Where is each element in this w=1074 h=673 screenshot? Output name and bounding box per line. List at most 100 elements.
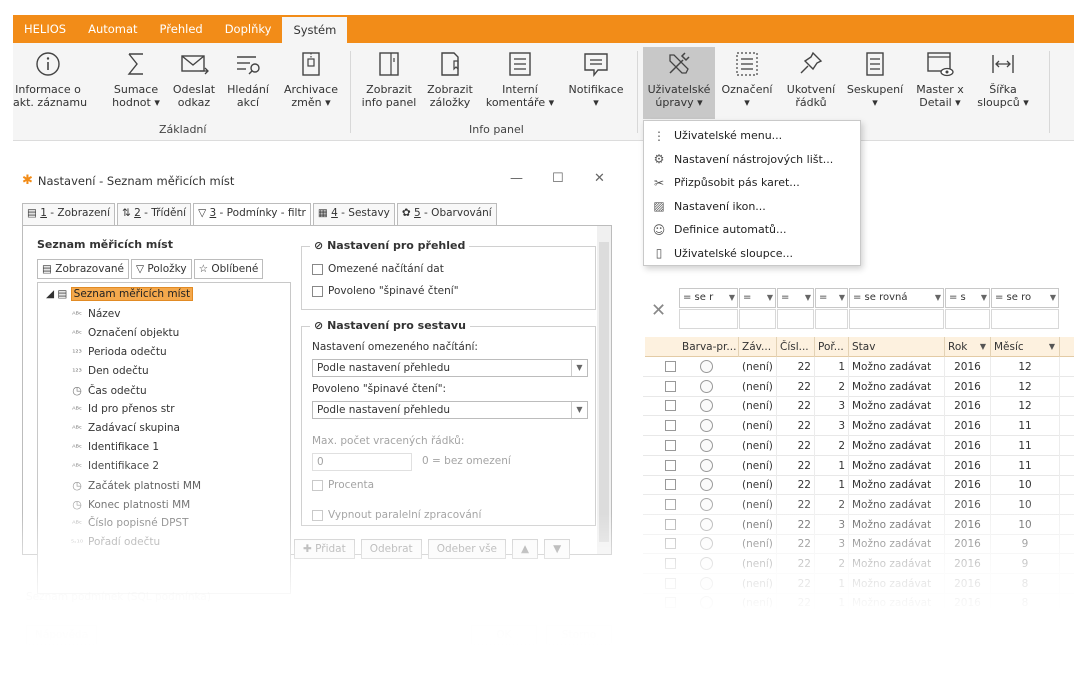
tree-item[interactable]: ᴬᴮᶜ Označení objektu bbox=[66, 324, 179, 343]
archive-changes-button[interactable]: Archivace změn ▾ bbox=[281, 49, 341, 109]
tab-helios[interactable]: HELIOS bbox=[13, 15, 77, 43]
tab-prehled[interactable]: Přehled bbox=[149, 15, 214, 43]
menu-item-user-columns[interactable]: ▯ Uživatelské sloupce... bbox=[644, 242, 860, 266]
row-checkbox[interactable] bbox=[665, 498, 676, 510]
tab-zobrazovane[interactable]: ▤ Zobrazované bbox=[37, 259, 129, 279]
row-checkbox[interactable] bbox=[665, 597, 676, 609]
tree-item[interactable]: ᴬᴮᶜ Identifikace 2 bbox=[66, 457, 159, 476]
table-row[interactable]: (není) 22 3 Možno zadávat 2016 10 bbox=[643, 514, 1074, 535]
tab-obarvovani[interactable]: ✿ 5 - Obarvování bbox=[396, 203, 497, 225]
column-header[interactable]: Barva-pr... bbox=[679, 337, 739, 357]
filter-value-input[interactable] bbox=[739, 309, 776, 329]
show-bookmarks-button[interactable]: Zobrazit záložky bbox=[425, 49, 475, 109]
limited-loading-checkbox[interactable]: Omezené načítání dat bbox=[312, 263, 444, 275]
tree-item[interactable]: ᴬᴮᶜ Zadávací skupina bbox=[66, 419, 180, 438]
column-header[interactable]: Rok ▼ bbox=[945, 337, 991, 357]
add-condition-button[interactable]: ✚ Přidat bbox=[294, 539, 355, 559]
filter-operator-select[interactable]: = ▼ bbox=[777, 288, 814, 308]
tab-doplnky[interactable]: Doplňky bbox=[214, 15, 283, 43]
tab-zobrazeni[interactable]: ▤ 1 - Zobrazení bbox=[22, 203, 115, 225]
master-detail-button[interactable]: Master x Detail ▾ bbox=[911, 49, 969, 109]
tab-oblibene[interactable]: ☆ Oblíbené bbox=[193, 259, 264, 279]
table-row[interactable]: (není) 22 2 Možno zadávat 2016 12 bbox=[643, 376, 1074, 397]
dirty-read-select[interactable]: Podle nastavení přehledu ▼ bbox=[312, 401, 588, 419]
tree-item[interactable]: ◷ Čas odečtu bbox=[66, 381, 146, 400]
send-link-button[interactable]: Odeslat odkaz bbox=[169, 49, 219, 109]
filter-value-input[interactable] bbox=[945, 309, 990, 329]
tree-item[interactable]: ⁵˒¹⁰ Pořadí odečtu bbox=[66, 533, 160, 552]
grouping-button[interactable]: Seskupení ▾ bbox=[845, 49, 905, 109]
table-row[interactable]: (není) 22 1 Možno zadávat 2016 10 bbox=[643, 475, 1074, 496]
filter-value-input[interactable] bbox=[815, 309, 848, 329]
row-checkbox[interactable] bbox=[665, 439, 676, 451]
tree-item[interactable]: ◷ Začátek platnosti MM bbox=[66, 476, 201, 495]
filter-operator-select[interactable]: = se rovná ▼ bbox=[849, 288, 944, 308]
column-width-button[interactable]: Šířka sloupců ▾ bbox=[973, 49, 1033, 109]
filter-value-input[interactable] bbox=[679, 309, 738, 329]
column-header[interactable]: Měsíc ▼ bbox=[991, 337, 1060, 357]
column-header[interactable]: Čísl... bbox=[777, 337, 815, 357]
remove-all-button[interactable]: Odeber vše bbox=[427, 539, 507, 559]
filter-operator-select[interactable]: = se r ▼ bbox=[679, 288, 738, 308]
percent-checkbox[interactable]: Procenta bbox=[312, 479, 374, 491]
table-row[interactable]: (není) 22 2 Možno zadávat 2016 11 bbox=[643, 435, 1074, 456]
table-row[interactable]: (není) 22 1 Možno zadávat 2016 8 bbox=[643, 573, 1074, 594]
filter-operator-select[interactable]: = se ro ▼ bbox=[991, 288, 1059, 308]
move-down-button[interactable]: ▼ bbox=[544, 539, 571, 559]
filter-value-input[interactable] bbox=[849, 309, 944, 329]
tree-item[interactable]: ᴬᴮᶜ Id pro přenos str bbox=[66, 400, 175, 419]
table-row[interactable]: (není) 22 1 Možno zadávat 2016 8 bbox=[643, 593, 1074, 614]
notifications-button[interactable]: Notifikace ▾ bbox=[565, 49, 627, 109]
sum-values-button[interactable]: Sumace hodnot ▾ bbox=[109, 49, 163, 109]
row-checkbox[interactable] bbox=[665, 558, 676, 569]
table-row[interactable]: (není) 22 1 Možno zadávat 2016 11 bbox=[643, 455, 1074, 476]
filter-operator-select[interactable]: = s ▼ bbox=[945, 288, 990, 308]
menu-item-icon-settings[interactable]: ▨ Nastavení ikon... bbox=[644, 195, 860, 219]
max-rows-input[interactable]: 0 bbox=[312, 453, 412, 471]
ok-button[interactable]: OK bbox=[471, 625, 537, 645]
table-row[interactable]: (není) 22 3 Možno zadávat 2016 9 bbox=[643, 534, 1074, 555]
tree-item[interactable]: ᴬᴮᶜ Číslo popisné DPST bbox=[66, 514, 188, 533]
search-actions-button[interactable]: Hledání akcí bbox=[225, 49, 271, 109]
cancel-button[interactable]: Storno bbox=[546, 625, 612, 645]
panel-scrollbar[interactable] bbox=[597, 226, 611, 554]
tab-podminky-filtr[interactable]: ▽ 3 - Podmínky - filtr bbox=[193, 203, 311, 225]
menu-item-toolbar-settings[interactable]: ⚙ Nastavení nástrojových lišt... bbox=[644, 148, 860, 172]
minimize-icon[interactable]: — bbox=[510, 171, 523, 186]
selection-button[interactable]: Označení ▾ bbox=[721, 49, 773, 109]
tab-automat[interactable]: Automat bbox=[77, 15, 148, 43]
disable-parallel-checkbox[interactable]: Vypnout paralelní zpracování bbox=[312, 509, 481, 521]
row-checkbox[interactable] bbox=[665, 459, 676, 471]
row-checkbox[interactable] bbox=[665, 518, 676, 530]
dirty-read-checkbox[interactable]: Povoleno "špinavé čtení" bbox=[312, 285, 459, 297]
tree-item[interactable]: ¹²³ Perioda odečtu bbox=[66, 343, 166, 362]
maximize-icon[interactable]: ☐ bbox=[552, 171, 564, 186]
column-header[interactable]: Záv... bbox=[739, 337, 777, 357]
tree-root[interactable]: ◢ ▤ Seznam měřicích míst bbox=[46, 285, 194, 304]
table-row[interactable]: (není) 22 3 Možno zadávat 2016 11 bbox=[643, 416, 1074, 437]
menu-item-automat-definition[interactable]: ☺ Definice automatů... bbox=[644, 218, 860, 242]
tab-sestavy[interactable]: ▦ 4 - Sestavy bbox=[312, 203, 395, 225]
filter-value-input[interactable] bbox=[991, 309, 1059, 329]
row-checkbox[interactable] bbox=[665, 400, 676, 412]
column-header[interactable]: Poř... bbox=[815, 337, 849, 357]
move-up-button[interactable]: ▲ bbox=[512, 539, 539, 559]
table-row[interactable]: (není) 22 1 Možno zadávat 2016 12 bbox=[643, 357, 1074, 377]
show-info-panel-button[interactable]: Zobrazit info panel bbox=[361, 49, 417, 109]
menu-item-customize-ribbon[interactable]: ✂ Přizpůsobit pás karet... bbox=[644, 171, 860, 195]
tree-item[interactable]: ᴬᴮᶜ Název bbox=[66, 305, 120, 324]
user-customizations-button[interactable]: Uživatelské úpravy ▾ bbox=[643, 47, 715, 119]
tab-system[interactable]: Systém bbox=[282, 17, 348, 43]
internal-comments-button[interactable]: Interní komentáře ▾ bbox=[485, 49, 555, 109]
row-checkbox[interactable] bbox=[665, 361, 676, 372]
table-row[interactable]: (není) 22 3 Možno zadávat 2016 12 bbox=[643, 396, 1074, 417]
tree-item[interactable]: ◷ Konec platnosti MM bbox=[66, 495, 190, 514]
filter-value-input[interactable] bbox=[777, 309, 814, 329]
row-checkbox[interactable] bbox=[665, 380, 676, 392]
tab-trideni[interactable]: ⇅ 2 - Třídění bbox=[117, 203, 192, 225]
filter-operator-select[interactable]: = ▼ bbox=[739, 288, 776, 308]
freeze-rows-button[interactable]: Ukotvení řádků bbox=[783, 49, 839, 109]
column-header[interactable]: Stav bbox=[849, 337, 945, 357]
row-checkbox[interactable] bbox=[665, 577, 676, 589]
table-row[interactable]: (není) 22 2 Možno zadávat 2016 9 bbox=[643, 554, 1074, 574]
